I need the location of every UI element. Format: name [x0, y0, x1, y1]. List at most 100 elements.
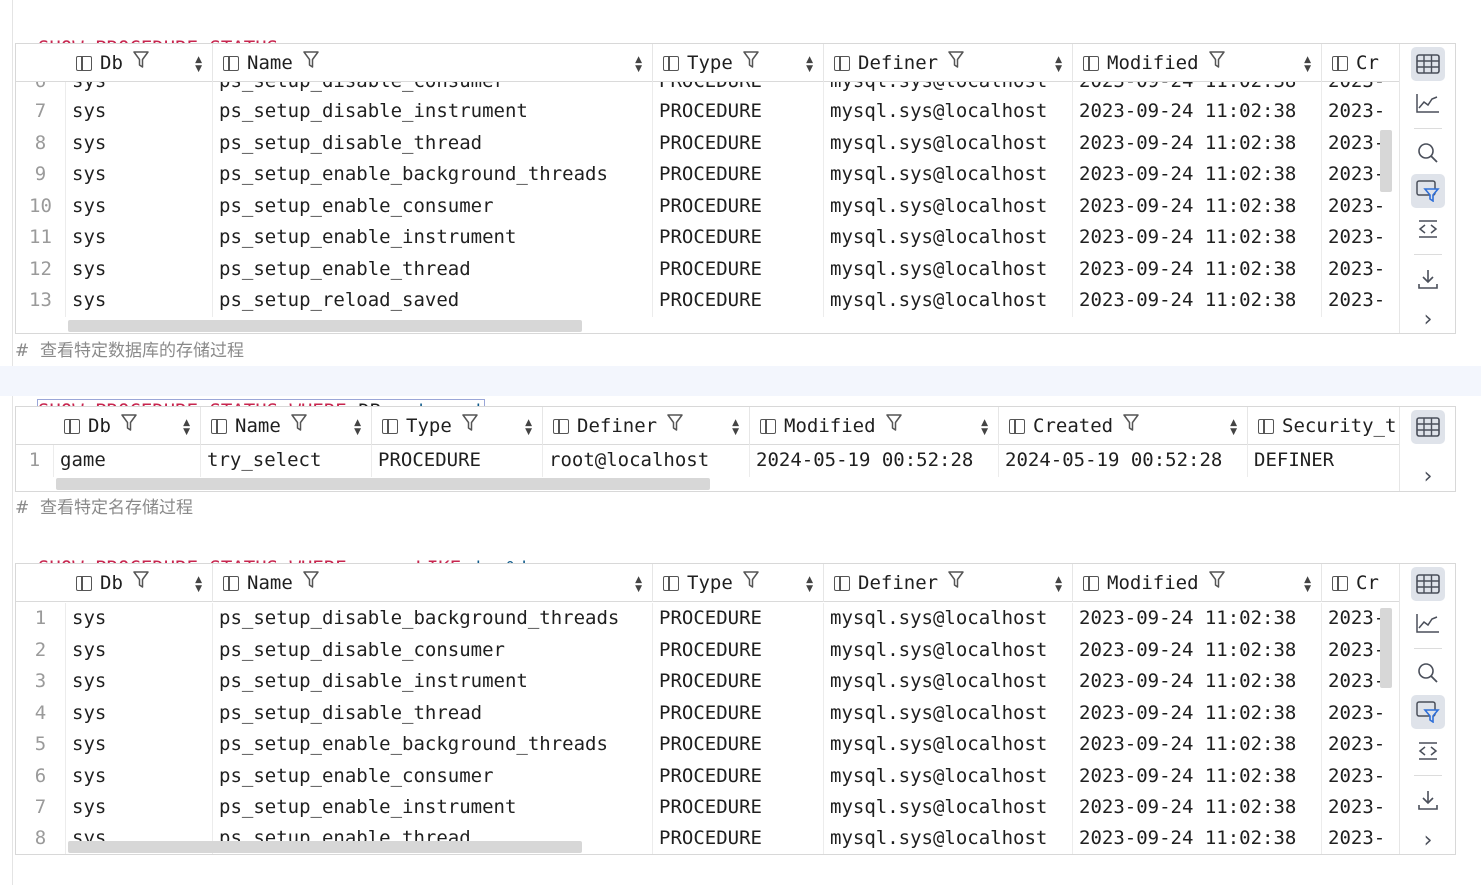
column-filter-icon[interactable] [1208, 565, 1225, 602]
table-cell[interactable]: sys [66, 603, 213, 635]
table-row[interactable]: 8 sys ps_setup_disable_thread PROCEDURE mysq… [16, 127, 1399, 159]
column-toggle-icon[interactable] [760, 419, 776, 434]
table-cell[interactable]: sys [66, 666, 213, 698]
sort-arrows-icon[interactable]: ▲ ▼ [635, 564, 642, 594]
table-cell[interactable]: sys [66, 127, 213, 159]
sort-arrows-icon[interactable]: ▲ ▼ [183, 407, 190, 437]
column-filter-icon[interactable] [133, 45, 149, 82]
column-filter-icon[interactable] [291, 408, 307, 445]
table-cell[interactable]: PROCEDURE [653, 285, 824, 317]
table-cell[interactable]: mysql.sys@localhost [824, 697, 1073, 729]
column-toggle-icon[interactable] [1258, 419, 1274, 434]
column-toggle-icon[interactable] [223, 576, 239, 591]
table-cell[interactable]: PROCEDURE [653, 603, 824, 635]
sort-arrows-icon[interactable]: ▲ ▼ [195, 44, 202, 74]
column-toggle-icon[interactable] [663, 56, 679, 71]
table-row[interactable]: 9 sys ps_setup_enable_background_threads PR… [16, 159, 1399, 191]
table-cell[interactable]: ps_setup_disable_consumer [213, 634, 653, 666]
table-cell[interactable]: sys [66, 285, 213, 317]
table-cell[interactable]: sys [66, 729, 213, 761]
table-cell[interactable]: root@localhost [543, 445, 750, 477]
column-filter-icon[interactable] [1208, 45, 1225, 82]
transpose-icon[interactable] [1411, 734, 1445, 768]
table-cell[interactable]: 2023-09-24 11:02:38 [1073, 127, 1322, 159]
column-toggle-icon[interactable] [1083, 576, 1099, 591]
column-header[interactable]: Db ▲ ▼ [54, 407, 201, 445]
table-cell[interactable]: sys [66, 634, 213, 666]
table-cell[interactable]: 2023- [1322, 823, 1399, 854]
result-grid-3[interactable]: Db ▲ ▼ Name ▲ ▼ Type ▲ ▼ Definer ▲ ▼ Modified ▲ ▼ Cr 1s… [15, 563, 1456, 855]
column-header[interactable]: Definer ▲ ▼ [543, 407, 750, 445]
sql-line-3[interactable]: SHOW PROCEDURE STATUS WHERE name LIKE 'p… [15, 523, 541, 579]
table-cell[interactable]: 2023- [1322, 761, 1399, 793]
table-cell[interactable]: ps_setup_enable_instrument [213, 222, 653, 254]
table-cell[interactable]: ps_setup_enable_background_threads [213, 729, 653, 761]
column-filter-icon[interactable] [121, 408, 137, 445]
table-cell[interactable]: PROCEDURE [653, 697, 824, 729]
table-cell[interactable]: ps_setup_disable_instrument [213, 96, 653, 128]
column-filter-icon[interactable] [462, 408, 478, 445]
column-toggle-icon[interactable] [1332, 56, 1348, 71]
table-cell[interactable]: 2023-09-24 11:02:38 [1073, 697, 1322, 729]
table-row[interactable]: 11 sys ps_setup_enable_instrument PROCEDURE… [16, 222, 1399, 254]
table-row[interactable]: 7 sys ps_setup_disable_instrument PROCEDURE… [16, 96, 1399, 128]
table-cell[interactable]: PROCEDURE [653, 729, 824, 761]
table-cell[interactable]: mysql.sys@localhost [824, 96, 1073, 128]
table-cell[interactable]: mysql.sys@localhost [824, 729, 1073, 761]
column-header[interactable]: Cr [1322, 44, 1399, 82]
table-cell[interactable]: PROCEDURE [653, 760, 824, 792]
table-cell[interactable]: 2023- [1322, 285, 1399, 317]
filter-icon[interactable] [1411, 695, 1445, 729]
table-cell[interactable]: sys [66, 222, 213, 254]
column-toggle-icon[interactable] [834, 56, 850, 71]
column-filter-icon[interactable] [303, 45, 319, 82]
sort-arrows-icon[interactable]: ▲ ▼ [635, 44, 642, 74]
table-cell[interactable]: ps_setup_disable_instrument [213, 666, 653, 698]
table-row[interactable]: 2 sys ps_setup_disable_consumer PROCEDURE my… [16, 634, 1399, 666]
table-cell[interactable]: 2023-09-24 11:02:38 [1073, 603, 1322, 635]
table-cell[interactable]: PROCEDURE [653, 253, 824, 285]
table-row[interactable]: 3 sys ps_setup_disable_instrument PROCEDURE… [16, 666, 1399, 698]
table-cell[interactable]: sys [66, 190, 213, 222]
column-toggle-icon[interactable] [382, 419, 398, 434]
sort-arrows-icon[interactable]: ▲ ▼ [1055, 44, 1062, 74]
column-header[interactable]: Cr [1322, 564, 1399, 602]
sort-arrows-icon[interactable]: ▲ ▼ [1055, 564, 1062, 594]
column-toggle-icon[interactable] [1009, 419, 1025, 434]
column-header[interactable]: Name ▲ ▼ [213, 44, 653, 82]
vertical-scrollbar[interactable] [1380, 130, 1392, 192]
column-filter-icon[interactable] [667, 408, 683, 445]
table-cell[interactable]: ps_setup_disable_thread [213, 697, 653, 729]
table-row[interactable]: 6 sys ps_setup_enable_consumer PROCEDURE mys… [16, 760, 1399, 793]
column-filter-icon[interactable] [948, 565, 964, 602]
table-cell[interactable]: 2023- [1322, 191, 1399, 223]
column-filter-icon[interactable] [948, 45, 964, 82]
table-cell[interactable]: 2023- [1322, 254, 1399, 286]
search-icon[interactable] [1411, 656, 1445, 690]
table-row[interactable]: 13 sys ps_setup_reload_saved PROCEDURE mysql… [16, 285, 1399, 317]
expand-chevron-icon[interactable]: › [1411, 823, 1445, 854]
sql-line-2[interactable]: SHOW PROCEDURE STATUS WHERE DB = 'game'; [15, 366, 495, 423]
table-row[interactable]: 4 sys ps_setup_disable_thread PROCEDURE mysq… [16, 697, 1399, 729]
column-header[interactable]: Modified ▲ ▼ [750, 407, 999, 445]
sql-comment-1[interactable]: # 查看特定数据库的存储过程 [15, 336, 244, 366]
column-filter-icon[interactable] [743, 565, 759, 602]
table-cell[interactable]: ps_setup_disable_thread [213, 127, 653, 159]
result-grid-2-body[interactable]: Db ▲ ▼ Name ▲ ▼ Type ▲ ▼ Definer ▲ ▼ Modified ▲ ▼ Creat… [16, 407, 1399, 491]
table-cell[interactable]: 2023- [1322, 96, 1399, 128]
download-icon[interactable] [1411, 262, 1445, 296]
expand-chevron-icon[interactable]: › [1411, 459, 1445, 491]
column-toggle-icon[interactable] [1083, 56, 1099, 71]
table-view-icon[interactable] [1411, 410, 1445, 444]
table-cell[interactable]: try_select [201, 445, 372, 477]
table-cell[interactable]: 2023-09-24 11:02:38 [1073, 792, 1322, 824]
table-cell[interactable]: PROCEDURE [653, 792, 824, 824]
column-header[interactable]: Modified ▲ ▼ [1073, 44, 1322, 82]
sort-arrows-icon[interactable]: ▲ ▼ [806, 564, 813, 594]
horizontal-scrollbar[interactable] [68, 841, 582, 853]
chart-icon[interactable] [1411, 86, 1445, 120]
sort-arrows-icon[interactable]: ▲ ▼ [354, 407, 361, 437]
vertical-scrollbar[interactable] [1380, 608, 1392, 688]
table-cell[interactable]: 2023-09-24 11:02:38 [1073, 823, 1322, 854]
table-cell[interactable]: 2023-09-24 11:02:38 [1073, 253, 1322, 285]
